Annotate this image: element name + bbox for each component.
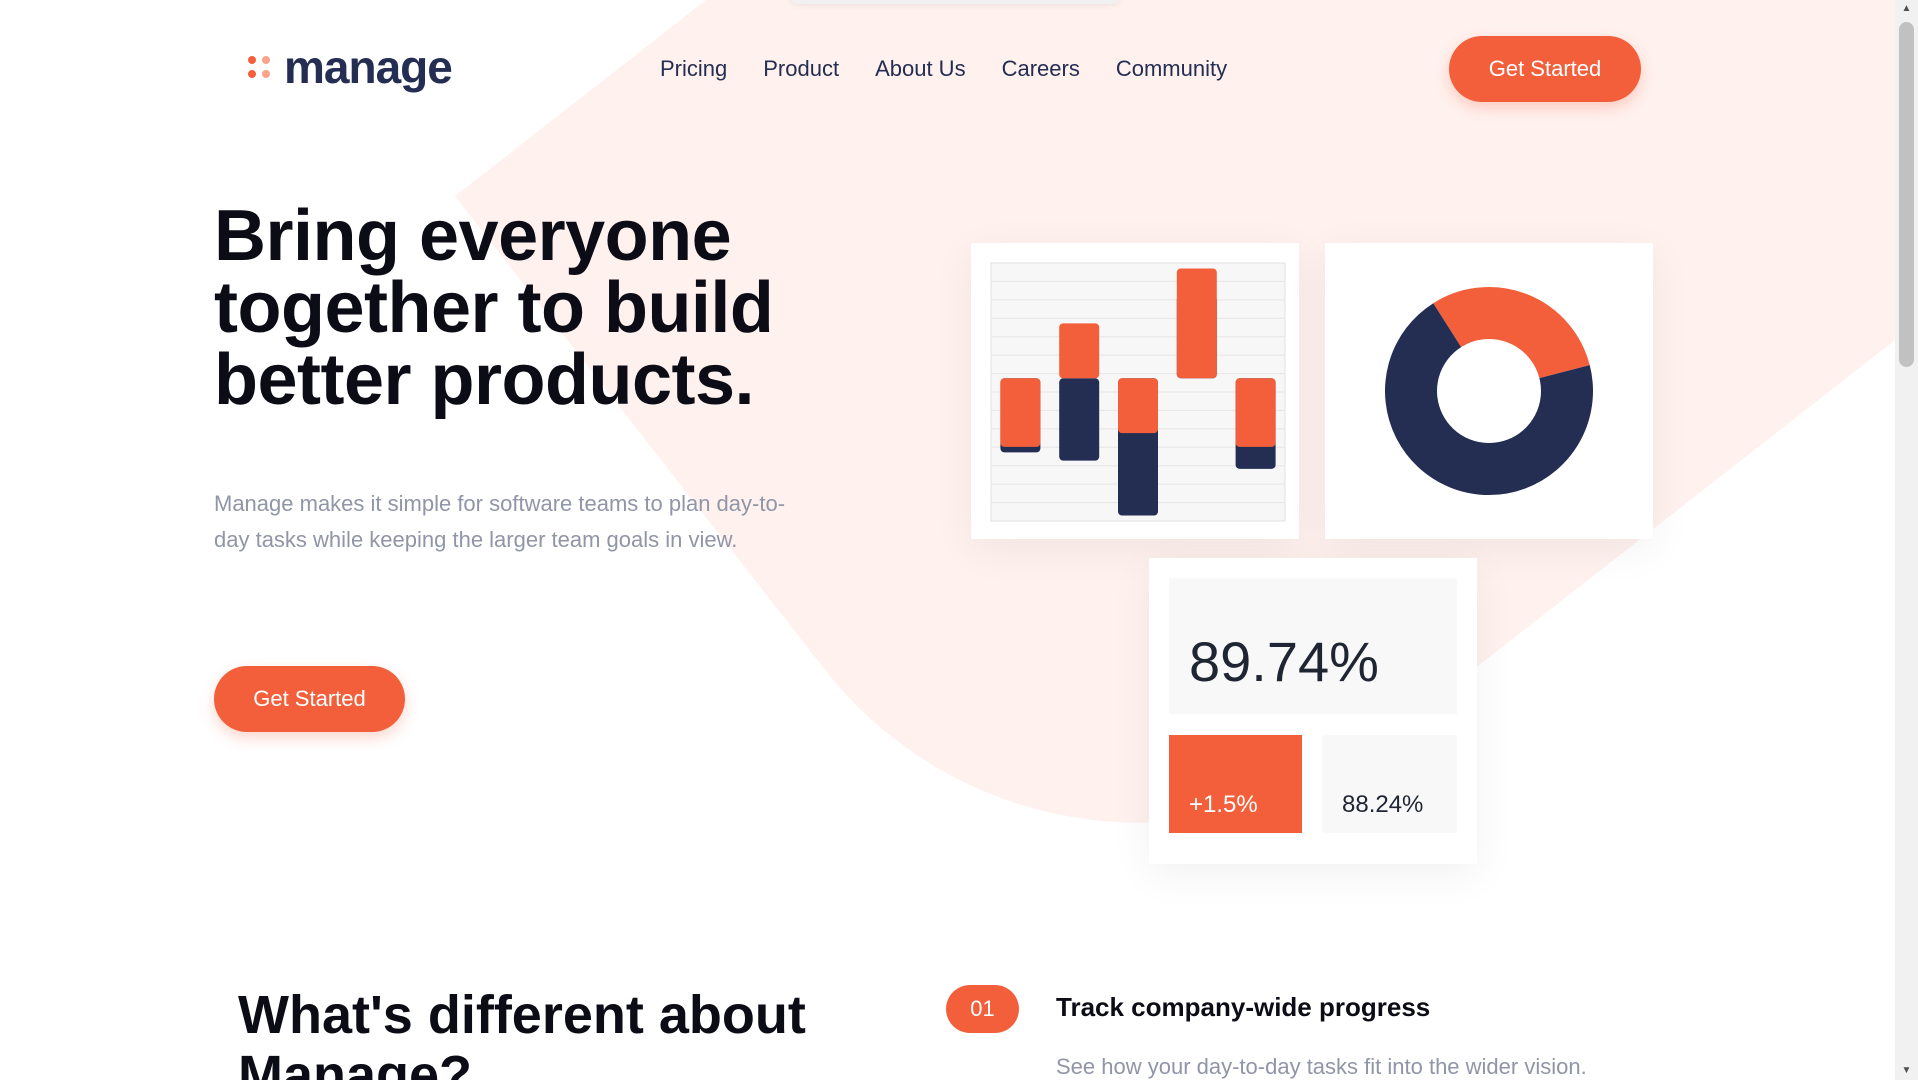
features-section-title: What's different about Manage? bbox=[238, 985, 806, 1080]
stats-card: 89.74% +1.5% 88.24% bbox=[1149, 558, 1477, 864]
nav-link-about-us[interactable]: About Us bbox=[875, 56, 966, 82]
bar-4 bbox=[1176, 268, 1217, 379]
donut-chart bbox=[1385, 287, 1593, 495]
bar-chart-card bbox=[971, 243, 1299, 539]
stat-delta-value: +1.5% bbox=[1169, 735, 1302, 833]
scroll-down-arrow-icon[interactable]: ▼ bbox=[1895, 1062, 1918, 1080]
feature-number-badge: 01 bbox=[946, 985, 1019, 1033]
background-top-decoration bbox=[790, 0, 1120, 4]
scroll-up-arrow-icon[interactable]: ▲ bbox=[1895, 0, 1918, 18]
feature-title: Track company-wide progress bbox=[1056, 992, 1431, 1022]
bar-chart bbox=[990, 262, 1286, 522]
vertical-scrollbar[interactable]: ▲ ▼ bbox=[1895, 0, 1918, 1080]
bar-1 bbox=[1000, 378, 1041, 447]
bar-2 bbox=[1059, 323, 1100, 379]
main-nav: Pricing Product About Us Careers Communi… bbox=[660, 56, 1227, 82]
stat-secondary-value: 88.24% bbox=[1322, 735, 1457, 833]
brand-logo[interactable]: manage bbox=[248, 41, 453, 93]
hero-description: Manage makes it simple for software team… bbox=[214, 491, 786, 552]
nav-link-community[interactable]: Community bbox=[1116, 56, 1227, 82]
donut-chart-card bbox=[1325, 243, 1653, 539]
brand-name: manage bbox=[284, 41, 453, 93]
feature-description: See how your day-to-day tasks fit into t… bbox=[1056, 1054, 1587, 1079]
bar-2 bbox=[1059, 378, 1100, 461]
donut-slice-accent bbox=[1433, 287, 1590, 380]
logo-dots-icon bbox=[248, 56, 270, 78]
nav-link-careers[interactable]: Careers bbox=[1002, 56, 1080, 82]
nav-link-pricing[interactable]: Pricing bbox=[660, 56, 727, 82]
hero-title: Bring everyone together to build better … bbox=[214, 196, 774, 420]
stat-main-value: 89.74% bbox=[1169, 578, 1457, 714]
nav-link-product[interactable]: Product bbox=[763, 56, 839, 82]
landing-page: manage Pricing Product About Us Careers … bbox=[0, 0, 1895, 1080]
scrollbar-thumb[interactable] bbox=[1899, 22, 1914, 367]
header-get-started-button[interactable]: Get Started bbox=[1449, 36, 1641, 102]
bar-5 bbox=[1235, 378, 1276, 447]
bar-3 bbox=[1118, 378, 1158, 434]
hero-get-started-button[interactable]: Get Started bbox=[214, 666, 405, 732]
